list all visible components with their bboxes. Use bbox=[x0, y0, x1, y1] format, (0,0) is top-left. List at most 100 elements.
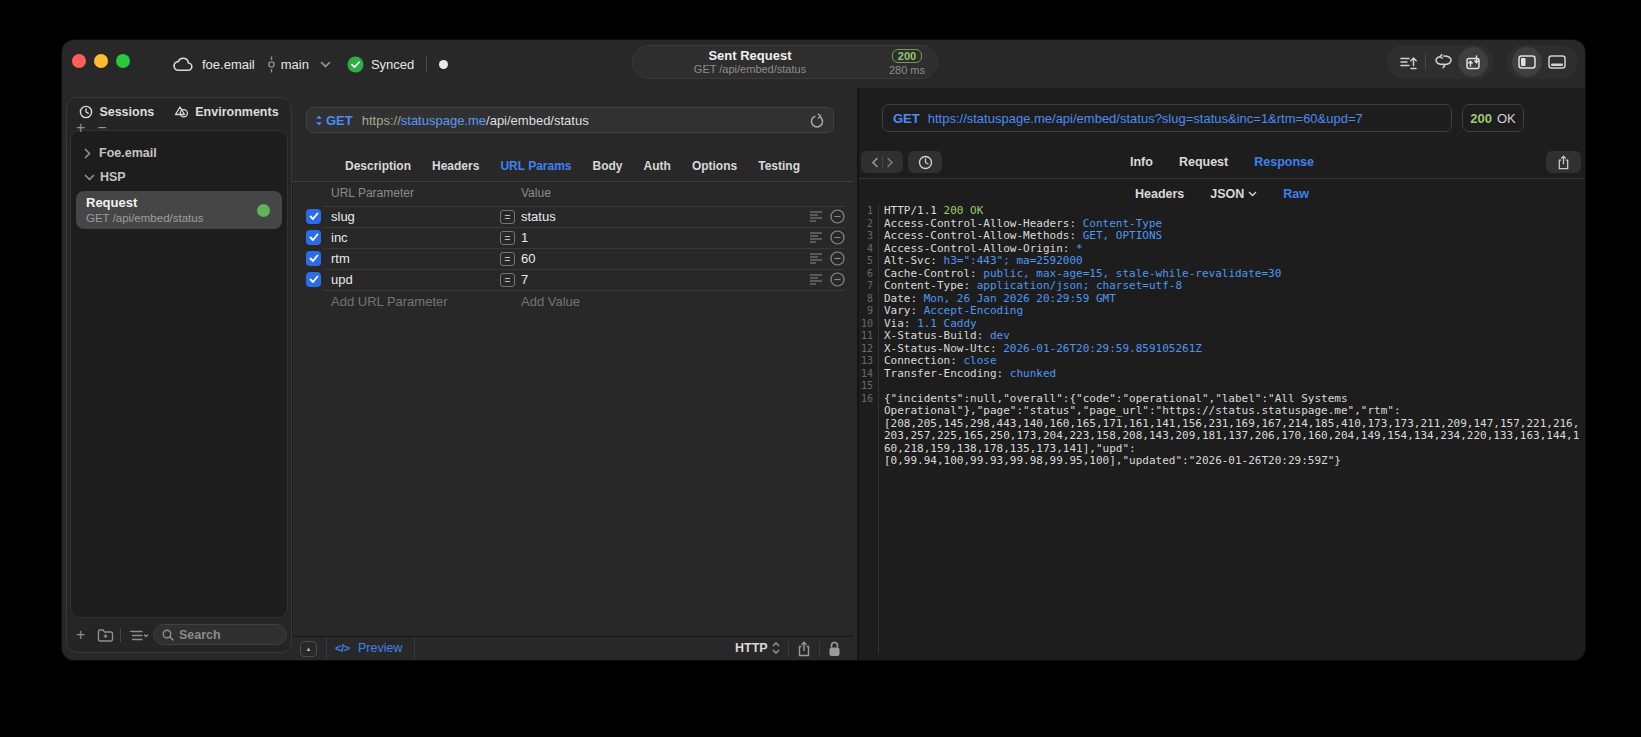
chevron-down-icon bbox=[320, 61, 331, 68]
code-line: [0,99.94,100,99.93,99.98,99.95,100],"upd… bbox=[859, 455, 1585, 468]
remove-row-icon[interactable] bbox=[830, 272, 845, 287]
status-text: OK bbox=[1497, 111, 1516, 126]
tab-testing[interactable]: Testing bbox=[758, 159, 800, 173]
minimize-button[interactable] bbox=[94, 54, 108, 68]
equals-icon: = bbox=[500, 210, 515, 224]
method-label: GET bbox=[326, 113, 353, 128]
search-placeholder: Search bbox=[179, 628, 221, 642]
param-row: slug = status bbox=[293, 206, 853, 227]
branch-selector[interactable]: main bbox=[267, 56, 331, 73]
branch-icon bbox=[267, 56, 276, 73]
titlebar-divider bbox=[426, 56, 427, 72]
request-subtitle: GET /api/embed/status bbox=[86, 211, 272, 225]
row-options-icon[interactable] bbox=[809, 252, 823, 265]
sync-transfer-icon[interactable] bbox=[1458, 47, 1488, 77]
sync-check-icon bbox=[347, 56, 364, 73]
equals-icon: = bbox=[500, 273, 515, 287]
sync-status[interactable]: Synced bbox=[347, 56, 414, 73]
tree-item-foe-email[interactable]: Foe.email bbox=[71, 141, 287, 165]
request-status-pill[interactable]: Sent Request GET /api/embed/status 200 2… bbox=[632, 45, 938, 79]
response-subtab-raw[interactable]: Raw bbox=[1283, 187, 1309, 201]
tab-environments[interactable]: Environments bbox=[174, 105, 278, 119]
search-icon bbox=[162, 629, 174, 641]
param-name[interactable]: rtm bbox=[331, 251, 350, 266]
toggle-left-panel-icon[interactable] bbox=[1512, 47, 1542, 77]
divider bbox=[326, 637, 327, 660]
param-checkbox[interactable] bbox=[306, 209, 321, 224]
export-response-icon[interactable] bbox=[1546, 151, 1581, 173]
lock-icon bbox=[828, 641, 841, 657]
param-checkbox[interactable] bbox=[306, 230, 321, 245]
method-selector-icon[interactable] bbox=[315, 115, 323, 126]
unsaved-indicator-dot bbox=[439, 60, 448, 69]
tab-sessions[interactable]: Sessions bbox=[79, 105, 154, 119]
equals-icon: = bbox=[500, 231, 515, 245]
zoom-button[interactable] bbox=[116, 54, 130, 68]
chevron-right-icon bbox=[84, 148, 91, 159]
param-checkbox[interactable] bbox=[306, 251, 321, 266]
tab-body[interactable]: Body bbox=[593, 159, 623, 173]
param-name[interactable]: upd bbox=[331, 272, 353, 287]
param-value[interactable]: status bbox=[521, 209, 556, 224]
row-options-icon[interactable] bbox=[809, 210, 823, 223]
expand-console-button[interactable]: ▲ bbox=[300, 641, 317, 657]
param-name[interactable]: inc bbox=[331, 230, 348, 245]
editor-footer: ▲ </> Preview HTTP bbox=[292, 636, 853, 660]
refresh-icon[interactable] bbox=[809, 113, 825, 129]
remove-row-icon[interactable] bbox=[830, 251, 845, 266]
status-code: 200 bbox=[1470, 111, 1492, 126]
remove-row-icon[interactable] bbox=[830, 230, 845, 245]
titlebar: foe.email main Synced Sent Request GET /… bbox=[62, 40, 1585, 88]
add-item-button[interactable]: + bbox=[76, 119, 85, 137]
param-name[interactable]: slug bbox=[331, 209, 355, 224]
close-button[interactable] bbox=[72, 54, 86, 68]
sessions-history-icon bbox=[79, 105, 93, 119]
lasso-icon[interactable] bbox=[1428, 47, 1458, 77]
response-tab-info[interactable]: Info bbox=[1130, 155, 1153, 169]
remove-item-button[interactable]: − bbox=[97, 119, 106, 137]
param-value[interactable]: 1 bbox=[521, 230, 528, 245]
param-value[interactable]: 60 bbox=[521, 251, 535, 266]
sort-list-icon[interactable] bbox=[129, 629, 149, 642]
param-value[interactable]: 7 bbox=[521, 272, 528, 287]
equals-icon: = bbox=[500, 252, 515, 266]
request-url-bar[interactable]: GET https://statuspage.me/api/embed/stat… bbox=[306, 107, 834, 133]
new-request-button[interactable]: + bbox=[76, 626, 85, 644]
sessions-tree-panel: Foe.email HSP Request GET /api/embed/sta… bbox=[70, 130, 288, 618]
tree-label: HSP bbox=[100, 170, 126, 184]
sent-url-box[interactable]: GET https://statuspage.me/api/embed/stat… bbox=[882, 104, 1452, 132]
response-tab-request[interactable]: Request bbox=[1179, 155, 1228, 169]
import-export-icon[interactable] bbox=[1393, 47, 1423, 77]
cloud-icon bbox=[173, 57, 194, 72]
share-icon[interactable] bbox=[797, 641, 811, 657]
row-options-icon[interactable] bbox=[809, 273, 823, 286]
add-param-row[interactable]: Add URL Parameter Add Value bbox=[293, 290, 853, 311]
search-input[interactable]: Search bbox=[153, 624, 287, 645]
add-param-placeholder: Add URL Parameter bbox=[331, 294, 448, 309]
tab-options[interactable]: Options bbox=[692, 159, 737, 173]
response-status-box: 200 OK bbox=[1462, 104, 1524, 132]
toggle-bottom-panel-icon[interactable] bbox=[1542, 47, 1572, 77]
tab-headers[interactable]: Headers bbox=[432, 159, 479, 173]
project-name[interactable]: foe.email bbox=[202, 57, 255, 72]
request-list-item[interactable]: Request GET /api/embed/status bbox=[76, 191, 282, 229]
tab-description[interactable]: Description bbox=[345, 159, 411, 173]
param-checkbox[interactable] bbox=[306, 272, 321, 287]
add-value-placeholder: Add Value bbox=[521, 294, 580, 309]
tab-url-params[interactable]: URL Params bbox=[500, 159, 571, 173]
new-folder-icon[interactable] bbox=[97, 628, 114, 642]
row-options-icon[interactable] bbox=[809, 231, 823, 244]
tab-auth[interactable]: Auth bbox=[644, 159, 671, 173]
app-window: foe.email main Synced Sent Request GET /… bbox=[62, 40, 1585, 660]
protocol-selector[interactable]: HTTP bbox=[735, 641, 780, 655]
preview-button[interactable]: Preview bbox=[358, 641, 402, 655]
remove-row-icon[interactable] bbox=[830, 209, 845, 224]
response-subtab-json[interactable]: JSON bbox=[1210, 187, 1257, 201]
request-status-dot bbox=[257, 204, 270, 217]
tree-item-hsp[interactable]: HSP bbox=[71, 165, 287, 189]
toolbar-group-panels bbox=[1506, 45, 1578, 79]
sent-request-title: Sent Request bbox=[708, 48, 791, 63]
url-scheme: https:// bbox=[362, 113, 401, 128]
response-subtab-headers[interactable]: Headers bbox=[1135, 187, 1184, 201]
response-tab-response[interactable]: Response bbox=[1254, 155, 1314, 169]
